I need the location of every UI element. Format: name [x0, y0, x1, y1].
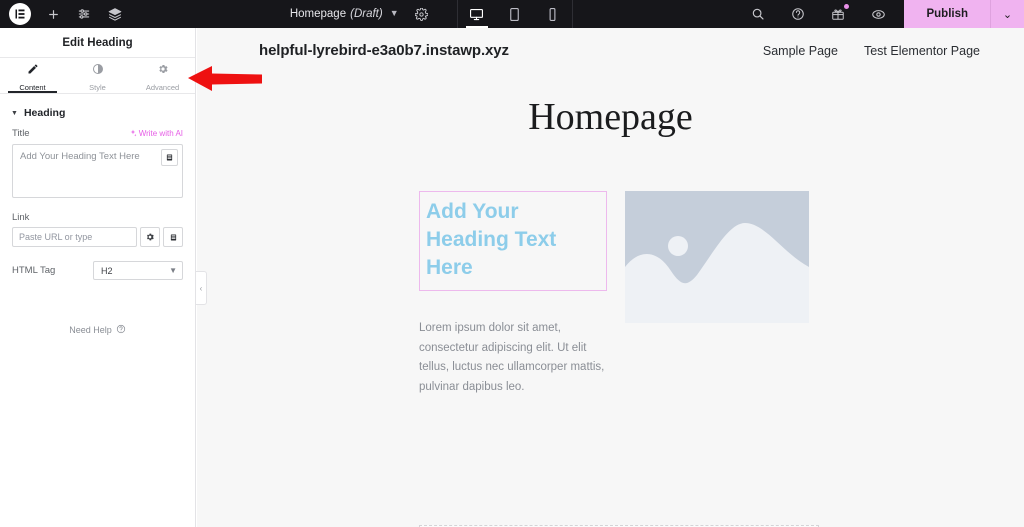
document-settings-gear-icon[interactable]: [413, 5, 431, 23]
question-circle-icon: [116, 324, 126, 336]
plus-icon[interactable]: [44, 5, 62, 23]
title-textarea[interactable]: Add Your Heading Text Here: [12, 144, 183, 198]
need-help-link[interactable]: Need Help: [0, 324, 195, 336]
sparkle-icon: [129, 129, 137, 139]
panel-collapse-handle[interactable]: ‹: [196, 271, 207, 305]
heading-widget-selected[interactable]: Add Your Heading Text Here: [419, 191, 607, 291]
write-with-ai-label: Write with AI: [138, 129, 183, 138]
html-tag-label: HTML Tag: [12, 265, 56, 276]
sliders-icon[interactable]: [75, 5, 93, 23]
title-textarea-placeholder: Add Your Heading Text Here: [20, 151, 140, 162]
eye-preview-icon[interactable]: [869, 5, 887, 23]
tab-content[interactable]: Content: [0, 58, 65, 93]
nav-item-sample-page[interactable]: Sample Page: [763, 44, 838, 58]
tab-content-label: Content: [19, 83, 46, 92]
link-input[interactable]: Paste URL or type: [12, 227, 137, 247]
device-tablet-button[interactable]: [496, 0, 534, 28]
content-column-left: Add Your Heading Text Here Lorem ipsum d…: [419, 191, 607, 398]
need-help-label: Need Help: [69, 325, 112, 335]
top-bar-right-tools: Publish ⌄: [738, 0, 1024, 28]
heading-section-title: Heading: [23, 107, 66, 119]
page-title: Homepage: [528, 96, 693, 138]
tab-style[interactable]: Style: [65, 58, 130, 93]
top-bar-center: Homepage (Draft) ▼: [124, 0, 738, 28]
publish-button[interactable]: Publish: [904, 0, 990, 28]
nav-item-test-elementor-page[interactable]: Test Elementor Page: [864, 44, 980, 58]
editor-panel: Edit Heading Content Style Advanced ▼ He…: [0, 28, 196, 527]
document-title-menu[interactable]: Homepage (Draft) ▼: [290, 8, 399, 20]
site-nav: Sample Page Test Elementor Page: [763, 44, 980, 58]
panel-header: Edit Heading: [0, 28, 195, 58]
device-preview-switcher: [456, 0, 573, 28]
heading-widget-text: Add Your Heading Text Here: [426, 200, 557, 279]
elementor-editor: Homepage (Draft) ▼ Publish ⌄ Edit Headin…: [0, 0, 1024, 527]
html-tag-value: H2: [101, 265, 113, 276]
chevron-down-icon: ▼: [389, 8, 399, 18]
site-title[interactable]: helpful-lyrebird-e3a0b7.instawp.xyz: [259, 42, 509, 59]
html-tag-select[interactable]: H2 ▼: [93, 261, 183, 280]
device-desktop-button[interactable]: [458, 0, 496, 28]
content-row: Add Your Heading Text Here Lorem ipsum d…: [197, 139, 1024, 398]
site-header: helpful-lyrebird-e3a0b7.instawp.xyz Samp…: [197, 28, 1024, 59]
link-field-label: Link: [12, 212, 30, 223]
help-circle-icon[interactable]: [789, 5, 807, 23]
body-text-widget[interactable]: Lorem ipsum dolor sit amet, consectetur …: [419, 319, 607, 398]
layers-icon[interactable]: [106, 5, 124, 23]
page-preview: helpful-lyrebird-e3a0b7.instawp.xyz Samp…: [197, 28, 1024, 527]
chevron-down-icon: ▼: [169, 266, 177, 275]
top-bar-left-tools: [0, 0, 124, 28]
panel-title: Edit Heading: [62, 36, 133, 49]
pencil-icon: [27, 62, 39, 80]
gear-icon: [157, 62, 169, 80]
device-mobile-button[interactable]: [534, 0, 572, 28]
link-options-gear-icon[interactable]: [140, 227, 160, 247]
red-arrow-left-icon: [186, 63, 264, 100]
top-bar: Homepage (Draft) ▼ Publish ⌄: [0, 0, 1024, 28]
link-input-placeholder: Paste URL or type: [19, 232, 93, 242]
title-field-group: Title Write with AI Add Your Heading Tex…: [0, 128, 195, 198]
image-placeholder-icon[interactable]: [625, 191, 809, 323]
tab-advanced-label: Advanced: [145, 83, 180, 92]
document-title: Homepage: [289, 8, 347, 20]
panel-tabs: Content Style Advanced: [0, 58, 195, 94]
elementor-logo-icon[interactable]: [9, 3, 31, 25]
write-with-ai-link[interactable]: Write with AI: [129, 129, 183, 139]
publish-options-chevron-down-icon[interactable]: ⌄: [990, 0, 1024, 28]
contrast-icon: [92, 62, 104, 80]
chevron-left-icon: ‹: [199, 283, 203, 293]
title-dynamic-tags-icon[interactable]: [161, 149, 178, 166]
gift-icon[interactable]: [829, 4, 850, 23]
title-field-label: Title: [12, 128, 30, 139]
html-tag-field-group: HTML Tag H2 ▼: [0, 247, 195, 280]
link-field-group: Link Paste URL or type: [0, 212, 195, 247]
link-dynamic-tags-icon[interactable]: [163, 227, 183, 247]
tab-style-label: Style: [89, 83, 106, 92]
gift-notification-dot: [844, 4, 850, 9]
search-icon[interactable]: [749, 5, 767, 23]
triangle-down-icon: ▼: [11, 109, 18, 117]
document-status: (Draft): [350, 8, 383, 20]
heading-section-header[interactable]: ▼ Heading: [0, 94, 195, 128]
